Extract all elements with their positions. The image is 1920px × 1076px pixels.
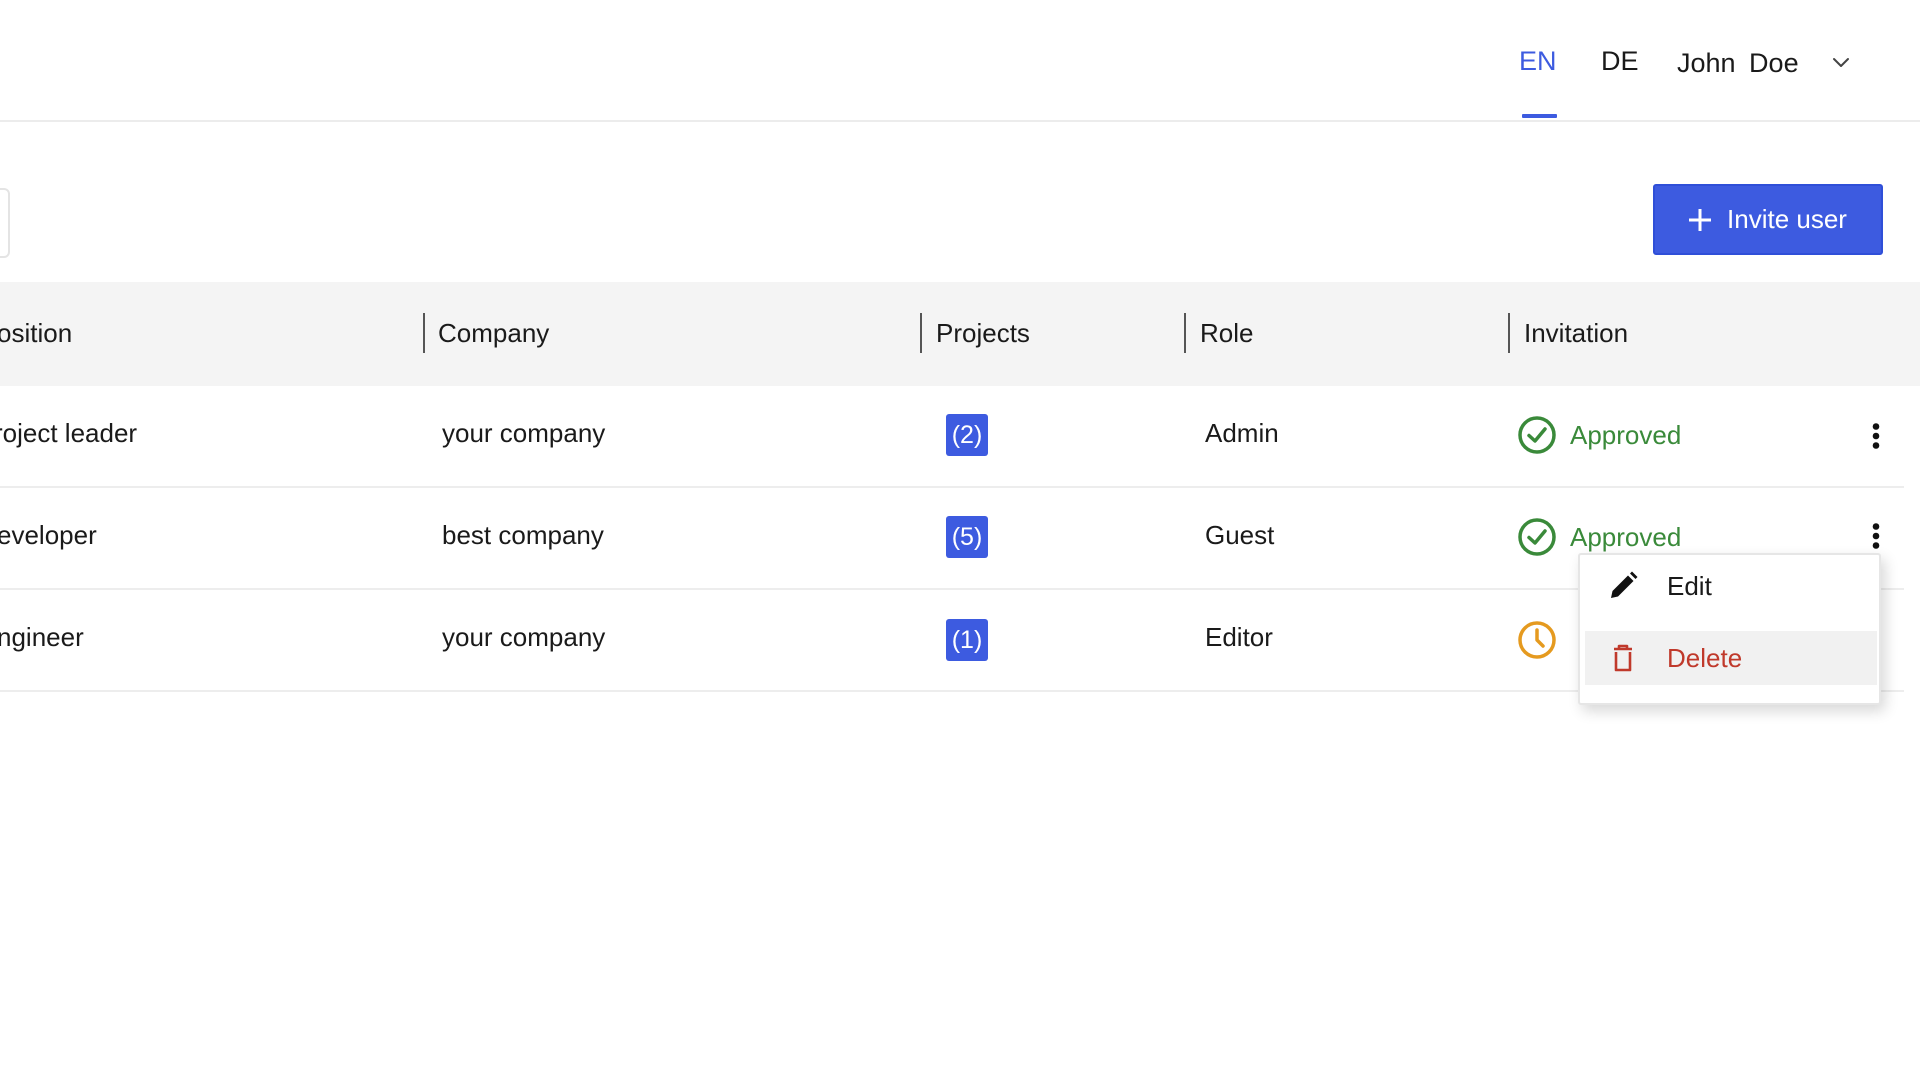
row-actions-menu: Edit Delete — [1578, 553, 1881, 705]
edit-menu-label: Edit — [1667, 570, 1712, 601]
column-header-company[interactable]: Company — [438, 318, 549, 349]
delete-menu-item[interactable]: Delete — [1585, 631, 1877, 685]
table-header: osition Company Projects Role Invitation — [0, 282, 1920, 386]
user-menu[interactable]: John Doe — [1677, 46, 1853, 80]
company-cell: your company — [442, 418, 606, 448]
invite-user-label: Invite user — [1727, 204, 1847, 234]
invitation-status: Approved — [1517, 415, 1681, 455]
column-divider[interactable] — [920, 313, 922, 353]
column-divider[interactable] — [1184, 313, 1186, 353]
active-language-indicator — [1522, 114, 1557, 118]
clock-icon — [1518, 621, 1556, 659]
column-divider[interactable] — [1508, 313, 1510, 353]
position-cell: roject leader — [0, 418, 138, 448]
top-bar: EN DE John Doe — [0, 0, 1920, 122]
role-cell: Admin — [1205, 418, 1279, 448]
more-vertical-icon — [1872, 423, 1880, 449]
projects-count-badge[interactable]: (5) — [946, 516, 988, 558]
edit-menu-item[interactable]: Edit — [1585, 559, 1877, 613]
plus-icon — [1689, 208, 1712, 231]
position-cell: ngineer — [0, 622, 84, 652]
check-circle-icon — [1518, 416, 1556, 454]
language-en[interactable]: EN — [1519, 46, 1557, 77]
chevron-down-icon[interactable] — [1829, 51, 1853, 75]
row-actions-button[interactable] — [1866, 416, 1886, 456]
invitation-status — [1517, 620, 1570, 660]
role-cell: Guest — [1205, 520, 1275, 550]
invitation-status: Approved — [1517, 517, 1681, 557]
invite-user-button[interactable]: Invite user — [1653, 184, 1883, 255]
table-row[interactable]: roject leader your company (2) Admin App… — [0, 386, 1904, 488]
user-name: John Doe — [1677, 47, 1799, 78]
invitation-status-label: Approved — [1570, 419, 1682, 450]
trash-icon — [1614, 644, 1632, 672]
position-cell: eveloper — [0, 520, 97, 550]
column-header-role[interactable]: Role — [1200, 318, 1253, 349]
projects-count-badge[interactable]: (2) — [946, 414, 988, 456]
column-header-position[interactable]: osition — [0, 318, 72, 349]
more-vertical-icon — [1872, 523, 1880, 549]
invitation-status-label: Approved — [1570, 521, 1682, 552]
column-header-invitation[interactable]: Invitation — [1524, 318, 1628, 349]
language-de[interactable]: DE — [1601, 46, 1639, 77]
company-cell: your company — [442, 622, 606, 652]
check-circle-icon — [1518, 518, 1556, 556]
company-cell: best company — [442, 520, 604, 550]
column-header-projects[interactable]: Projects — [936, 318, 1030, 349]
role-cell: Editor — [1205, 622, 1273, 652]
search-input[interactable] — [0, 188, 10, 258]
column-divider[interactable] — [423, 313, 425, 353]
row-actions-button[interactable] — [1866, 516, 1886, 556]
delete-menu-label: Delete — [1667, 642, 1743, 673]
pencil-icon — [1611, 571, 1638, 598]
projects-count-badge[interactable]: (1) — [946, 619, 988, 661]
